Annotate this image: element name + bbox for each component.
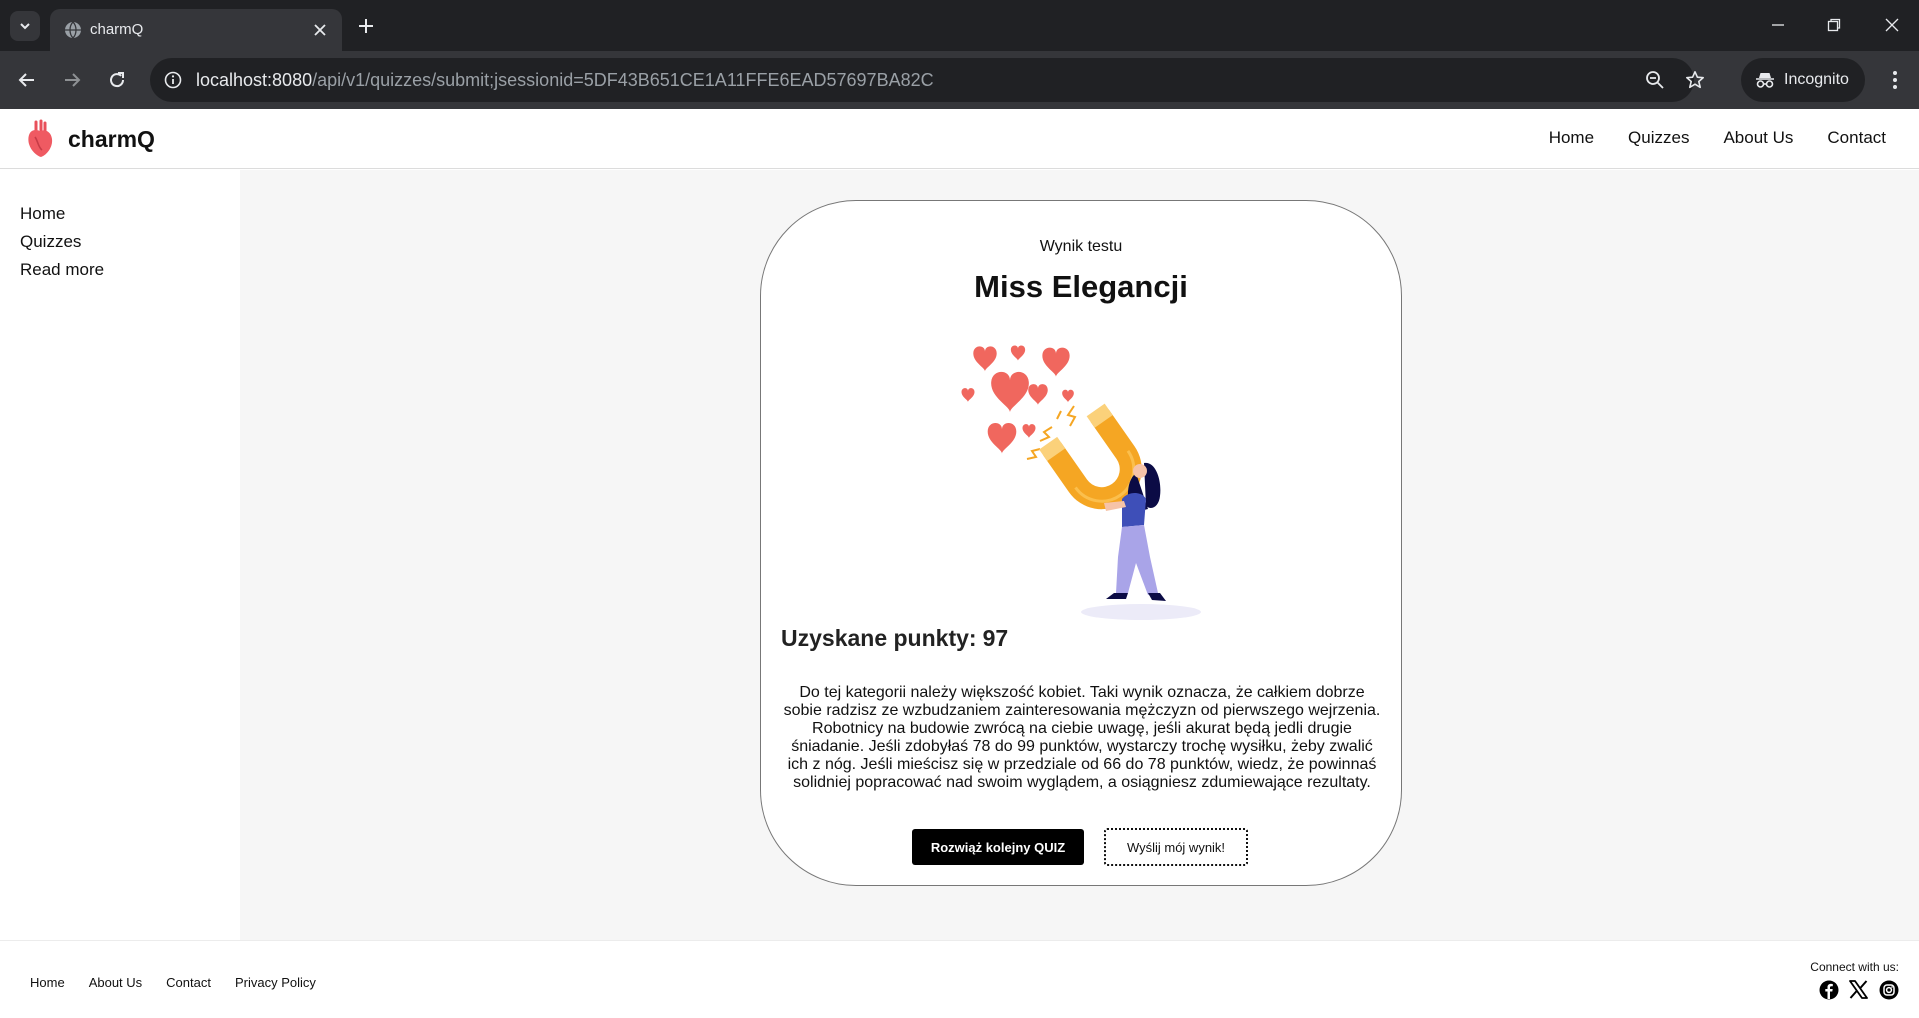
close-icon: [314, 24, 326, 36]
zoom-button[interactable]: [1642, 67, 1668, 93]
browser-tab[interactable]: charmQ: [50, 9, 342, 51]
result-kicker: Wynik testu: [1039, 238, 1123, 255]
address-bar[interactable]: localhost:8080/api/v1/quizzes/submit;jse…: [150, 58, 1704, 102]
anatomical-heart-logo-icon: [28, 119, 53, 157]
connect-label: Connect with us:: [1810, 960, 1899, 974]
url-host: localhost:8080: [196, 70, 313, 90]
new-tab-button[interactable]: [352, 12, 380, 40]
take-another-quiz-button[interactable]: Rozwiąż kolejny QUIZ: [912, 829, 1084, 865]
incognito-label: Incognito: [1784, 71, 1849, 88]
reload-icon: [110, 72, 125, 88]
sidebar-item-quizzes[interactable]: Quizzes: [20, 232, 81, 252]
nav-about-link[interactable]: About Us: [1723, 128, 1793, 148]
restore-icon: [1827, 18, 1841, 32]
star-icon: [1686, 71, 1704, 89]
globe-icon: [65, 21, 81, 39]
result-description: Do tej kategorii należy większość kobiet…: [783, 684, 1381, 791]
nav-quizzes-link[interactable]: Quizzes: [1628, 128, 1689, 148]
back-button[interactable]: [12, 65, 42, 95]
main-content: Wynik testu Miss Elegancji Uzyskane punk…: [240, 170, 1919, 940]
score-value: 97: [982, 625, 1009, 651]
browser-toolbar: localhost:8080/api/v1/quizzes/submit;jse…: [0, 51, 1919, 109]
arrow-right-icon: [65, 73, 81, 87]
sidebar-item-home[interactable]: Home: [20, 204, 65, 224]
url-text: localhost:8080/api/v1/quizzes/submit;jse…: [196, 70, 934, 91]
site-footer: Home About Us Contact Privacy Policy Con…: [0, 940, 1919, 1018]
arrow-left-icon: [18, 73, 34, 87]
footer-home-link[interactable]: Home: [30, 975, 65, 990]
reload-button[interactable]: [102, 65, 132, 95]
url-path: /api/v1/quizzes/submit;jsessionid=5DF43B…: [312, 70, 934, 90]
browser-menu-button[interactable]: [1880, 65, 1910, 95]
nav-home-link[interactable]: Home: [1549, 128, 1594, 148]
minimize-icon: [1772, 24, 1784, 26]
tab-close-button[interactable]: [310, 20, 330, 40]
brand[interactable]: charmQ: [26, 119, 155, 159]
x-icon[interactable]: [1848, 979, 1869, 1000]
incognito-icon: [1756, 73, 1774, 88]
result-card: Wynik testu Miss Elegancji Uzyskane punk…: [760, 200, 1402, 886]
score-line: Uzyskane punkty: 97: [781, 625, 1008, 652]
tab-title: charmQ: [90, 21, 144, 38]
score-label: Uzyskane punkty:: [781, 625, 977, 651]
instagram-icon[interactable]: [1878, 979, 1899, 1000]
info-icon: [164, 71, 182, 89]
minimize-button[interactable]: [1758, 10, 1798, 40]
facebook-icon[interactable]: [1818, 979, 1839, 1000]
chevron-down-icon: [20, 23, 30, 30]
footer-privacy-link[interactable]: Privacy Policy: [235, 975, 316, 990]
result-title: Miss Elegancji: [974, 269, 1188, 304]
browser-tabstrip: charmQ: [0, 0, 1919, 51]
footer-links: Home About Us Contact Privacy Policy: [30, 975, 316, 990]
incognito-indicator[interactable]: Incognito: [1741, 58, 1865, 102]
top-nav: Home Quizzes About Us Contact: [1549, 128, 1886, 148]
sidebar-item-read-more[interactable]: Read more: [20, 260, 104, 280]
tab-search-button[interactable]: [10, 11, 40, 41]
close-window-button[interactable]: [1872, 10, 1912, 40]
close-icon: [1885, 18, 1899, 32]
site-header: charmQ Home Quizzes About Us Contact: [0, 109, 1919, 169]
more-vertical-icon: [1893, 71, 1897, 89]
brand-name: charmQ: [68, 125, 155, 152]
forward-button[interactable]: [57, 65, 87, 95]
send-result-button[interactable]: Wyślij mój wynik!: [1104, 828, 1248, 866]
footer-contact-link[interactable]: Contact: [166, 975, 211, 990]
restore-button[interactable]: [1814, 10, 1854, 40]
site-info-button[interactable]: [160, 67, 186, 93]
magnet-hearts-illustration: [961, 345, 1201, 620]
zoom-out-icon: [1646, 71, 1664, 89]
footer-about-link[interactable]: About Us: [89, 975, 142, 990]
nav-contact-link[interactable]: Contact: [1827, 128, 1886, 148]
plus-icon: [359, 19, 373, 33]
bookmark-button[interactable]: [1682, 67, 1708, 93]
sidebar: Home Quizzes Read more: [0, 170, 240, 940]
social-links: [1818, 979, 1899, 1000]
